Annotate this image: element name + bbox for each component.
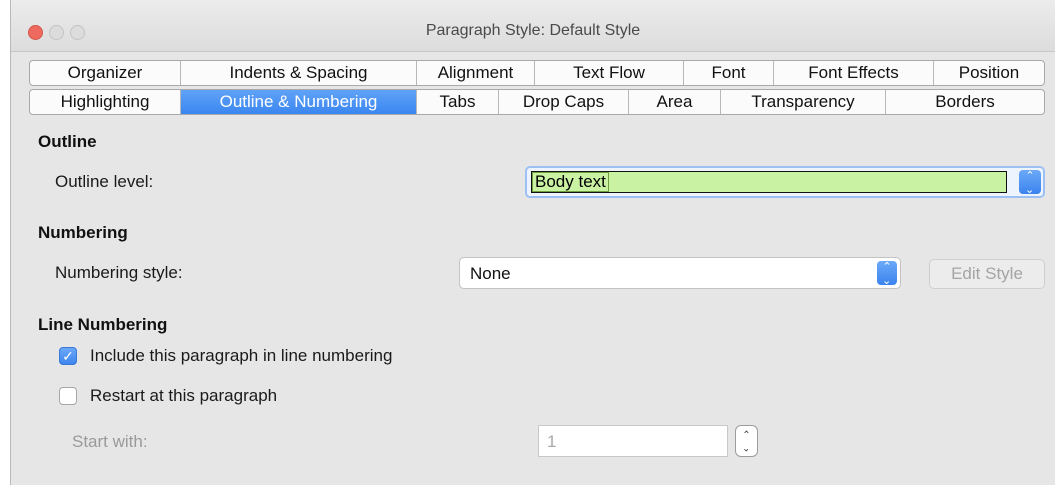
include-line-numbering-checkbox[interactable]: ✓ bbox=[59, 347, 77, 365]
start-with-label: Start with: bbox=[72, 432, 148, 451]
restart-paragraph-label: Restart at this paragraph bbox=[90, 386, 278, 405]
tab-position[interactable]: Position bbox=[934, 61, 1044, 85]
tab-tabs[interactable]: Tabs bbox=[417, 90, 499, 114]
chevron-down-icon: ⌃ bbox=[742, 441, 751, 452]
line-numbering-heading: Line Numbering bbox=[38, 315, 168, 334]
start-with-stepper[interactable]: ⌃ ⌃ bbox=[735, 425, 758, 457]
paragraph-style-dialog: Paragraph Style: Default Style Organizer… bbox=[10, 0, 1055, 485]
numbering-style-value: None bbox=[470, 264, 511, 283]
tab-organizer[interactable]: Organizer bbox=[30, 61, 181, 85]
outline-level-field[interactable]: Body text bbox=[531, 171, 1007, 193]
tab-row-1: Organizer Indents & Spacing Alignment Te… bbox=[29, 60, 1045, 86]
tab-highlighting[interactable]: Highlighting bbox=[30, 90, 181, 114]
numbering-heading: Numbering bbox=[38, 223, 128, 242]
numbering-style-select[interactable]: None ⌃ ⌃ bbox=[459, 257, 901, 289]
up-down-chevron-icon[interactable]: ⌃ ⌃ bbox=[1019, 170, 1041, 194]
edit-style-button[interactable]: Edit Style bbox=[929, 259, 1045, 289]
start-with-input[interactable]: 1 bbox=[538, 425, 728, 457]
tab-text-flow[interactable]: Text Flow bbox=[535, 61, 684, 85]
include-line-numbering-label: Include this paragraph in line numbering bbox=[90, 346, 393, 365]
tab-font-effects[interactable]: Font Effects bbox=[774, 61, 934, 85]
tab-indents-spacing[interactable]: Indents & Spacing bbox=[181, 61, 417, 85]
outline-heading: Outline bbox=[38, 132, 97, 151]
tab-outline-numbering[interactable]: Outline & Numbering bbox=[181, 90, 417, 114]
restart-paragraph-checkbox[interactable] bbox=[59, 387, 77, 405]
tab-alignment[interactable]: Alignment bbox=[417, 61, 535, 85]
numbering-style-label: Numbering style: bbox=[55, 263, 183, 282]
start-with-value: 1 bbox=[547, 432, 557, 451]
checkmark-icon: ✓ bbox=[62, 348, 74, 364]
outline-level-select[interactable]: Body text ⌃ ⌃ bbox=[525, 166, 1045, 198]
tab-area[interactable]: Area bbox=[629, 90, 721, 114]
chevron-up-icon: ⌃ bbox=[742, 430, 751, 441]
up-down-chevron-icon[interactable]: ⌃ ⌃ bbox=[877, 261, 897, 285]
outline-level-label: Outline level: bbox=[55, 172, 154, 191]
title-bar: Paragraph Style: Default Style bbox=[11, 0, 1055, 52]
tab-borders[interactable]: Borders bbox=[886, 90, 1044, 114]
outline-level-value: Body text bbox=[532, 172, 609, 192]
window-title: Paragraph Style: Default Style bbox=[425, 22, 641, 39]
tab-drop-caps[interactable]: Drop Caps bbox=[499, 90, 629, 114]
tab-transparency[interactable]: Transparency bbox=[721, 90, 886, 114]
tab-font[interactable]: Font bbox=[684, 61, 774, 85]
tab-row-2: Highlighting Outline & Numbering Tabs Dr… bbox=[29, 89, 1045, 115]
